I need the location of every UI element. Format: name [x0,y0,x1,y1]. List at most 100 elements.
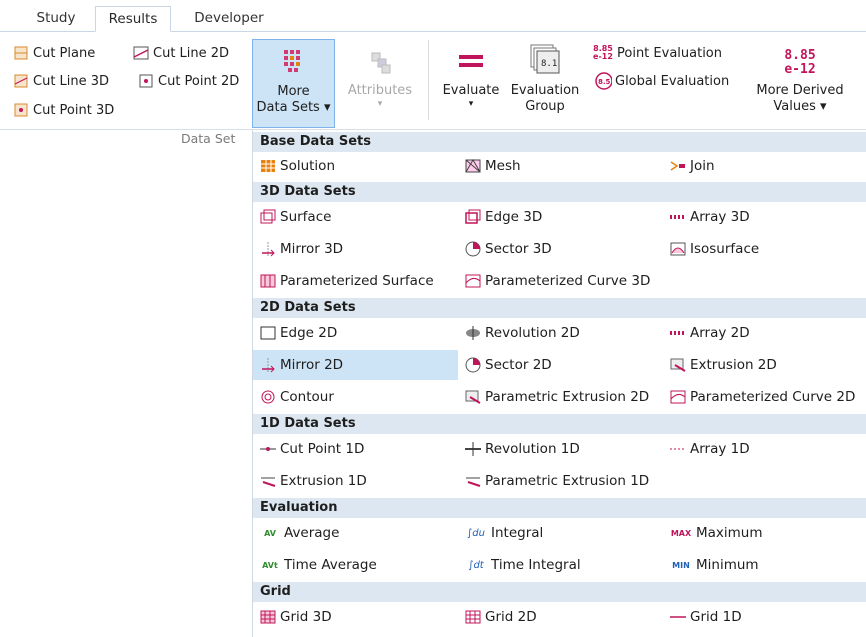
attributes-label: Attributes [347,83,413,98]
time-average-icon: AVt [262,560,278,570]
tab-developer[interactable]: Developer [184,6,274,32]
cut-plane-button[interactable]: Cut Plane [12,42,95,64]
label: Array 2D [690,325,750,341]
menu-item-array-3d[interactable]: Array 3D [663,202,866,232]
menu-item-array-2d[interactable]: Array 2D [663,318,866,348]
evaluation-group-button[interactable]: 8.1 Evaluation Group [505,39,585,128]
menu-item-integral[interactable]: ∫du Integral [458,518,663,548]
label: Parameterized Surface [280,273,434,289]
menu-item-extrusion-1d[interactable]: Extrusion 1D [253,466,458,496]
menu-item-parameterized-curve-3d[interactable]: Parameterized Curve 3D [458,266,708,296]
cut-plane-label: Cut Plane [33,45,96,61]
menu-item-grid-1d[interactable]: Grid 1D [663,602,866,632]
revolution-1d-icon [464,440,482,458]
extrusion-1d-icon [259,472,277,490]
menu-item-minimum[interactable]: MIN Minimum [663,550,866,580]
section-3d-data-sets: 3D Data Sets [253,182,866,202]
cut-line-2d-button[interactable]: Cut Line 2D [132,42,229,64]
section-1d-data-sets: 1D Data Sets [253,414,866,434]
label: Extrusion 2D [690,357,777,373]
more-derived-values-button[interactable]: 8.85 e-12 More Derived Values ▾ [748,39,852,128]
evaluation-group-label-1: Evaluation [510,83,580,98]
menu-item-revolution-2d[interactable]: Revolution 2D [458,318,663,348]
menu-item-parameterized-surface[interactable]: Parameterized Surface [253,266,458,296]
cut-point-1d-icon [259,440,277,458]
derived-values-icon: 8.85 e-12 [784,48,816,77]
cut-point-2d-button[interactable]: Cut Point 2D [137,70,239,92]
evaluate-label: Evaluate [442,83,500,98]
menu-item-join[interactable]: Join [663,151,866,181]
evaluation-group-label-2: Group [525,99,565,114]
section-grid: Grid [253,582,866,602]
label: Parameterized Curve 2D [690,389,856,405]
svg-text:8.5: 8.5 [598,78,611,86]
cut-line-3d-button[interactable]: Cut Line 3D [12,70,109,92]
cut-point-3d-icon [12,101,30,119]
menu-item-mirror-2d[interactable]: Mirror 2D [253,350,458,380]
menu-item-surface[interactable]: Surface [253,202,458,232]
menu-item-grid-3d[interactable]: Grid 3D [253,602,458,632]
section-evaluation: Evaluation [253,498,866,518]
isosurface-icon [669,240,687,258]
label: Contour [280,389,334,405]
menu-item-maximum[interactable]: MAX Maximum [663,518,866,548]
menu-item-revolution-1d[interactable]: Revolution 1D [458,434,663,464]
evaluate-caret: ▾ [468,99,474,109]
cut-point-3d-label: Cut Point 3D [33,102,115,118]
menu-item-time-average[interactable]: AVt Time Average [253,550,458,580]
menu-item-extrusion-2d[interactable]: Extrusion 2D [663,350,866,380]
label: Extrusion 1D [280,473,367,489]
menu-item-array-1d[interactable]: Array 1D [663,434,866,464]
label: Revolution 1D [485,441,580,457]
menu-item-average[interactable]: AV Average [253,518,458,548]
label: Parametric Extrusion 1D [485,473,650,489]
edge-3d-icon [464,208,482,226]
more-derived-label-1: More Derived [756,83,844,98]
label: Minimum [696,557,759,573]
menu-item-sector-2d[interactable]: Sector 2D [458,350,663,380]
label: Revolution 2D [485,325,580,341]
label: Isosurface [690,241,760,257]
menu-item-grid-2d[interactable]: Grid 2D [458,602,663,632]
cut-line-3d-label: Cut Line 3D [33,73,110,89]
contour-icon [259,388,277,406]
global-evaluation-button[interactable]: 8.5 Global Evaluation [594,70,729,92]
menu-item-parametric-extrusion-1d[interactable]: Parametric Extrusion 1D [458,466,708,496]
menu-item-sector-3d[interactable]: Sector 3D [458,234,663,264]
menu-item-contour[interactable]: Contour [253,382,458,412]
label: Join [690,158,715,174]
cut-point-3d-button[interactable]: Cut Point 3D [12,99,114,121]
tab-study[interactable]: Study [24,6,88,32]
menu-item-edge-3d[interactable]: Edge 3D [458,202,663,232]
cut-point-2d-label: Cut Point 2D [158,73,240,89]
extrusion-2d-icon [669,356,687,374]
menu-item-parameterized-curve-2d[interactable]: Parameterized Curve 2D [663,382,866,412]
menu-item-isosurface[interactable]: Isosurface [663,234,866,264]
tab-results[interactable]: Results [95,6,171,32]
edge-2d-icon [259,324,277,342]
svg-text:8.1: 8.1 [541,59,557,69]
label: Parameterized Curve 3D [485,273,651,289]
evaluate-button[interactable]: Evaluate ▾ [440,39,502,128]
menu-item-solution[interactable]: Solution [253,151,458,181]
menu-item-time-integral[interactable]: ∫dt Time Integral [458,550,663,580]
menu-item-cut-point-1d[interactable]: Cut Point 1D [253,434,458,464]
parametric-extrusion-1d-icon [464,472,482,490]
ribbon-panel: Cut Plane Cut Line 2D Cut Line 3D Cut Po… [0,32,866,146]
label: Edge 2D [280,325,338,341]
menu-item-parametric-extrusion-2d[interactable]: Parametric Extrusion 2D [458,382,663,412]
attributes-button[interactable]: Attributes ▾ [340,39,420,128]
parameterized-curve-3d-icon [464,272,482,290]
point-evaluation-button[interactable]: 8.85 e-12 Point Evaluation [592,42,722,64]
revolution-2d-icon [464,324,482,342]
menu-item-mesh[interactable]: Mesh [458,151,663,181]
array-2d-icon [669,324,687,342]
mirror-3d-icon [259,240,277,258]
menu-item-mirror-3d[interactable]: Mirror 3D [253,234,458,264]
label: Time Average [284,557,377,573]
menu-item-edge-2d[interactable]: Edge 2D [253,318,458,348]
more-data-sets-button[interactable]: More Data Sets ▾ [252,39,335,128]
array-3d-icon [669,208,687,226]
ribbon-tab-bar: Study Results Developer [0,0,866,32]
label: Array 3D [690,209,750,225]
